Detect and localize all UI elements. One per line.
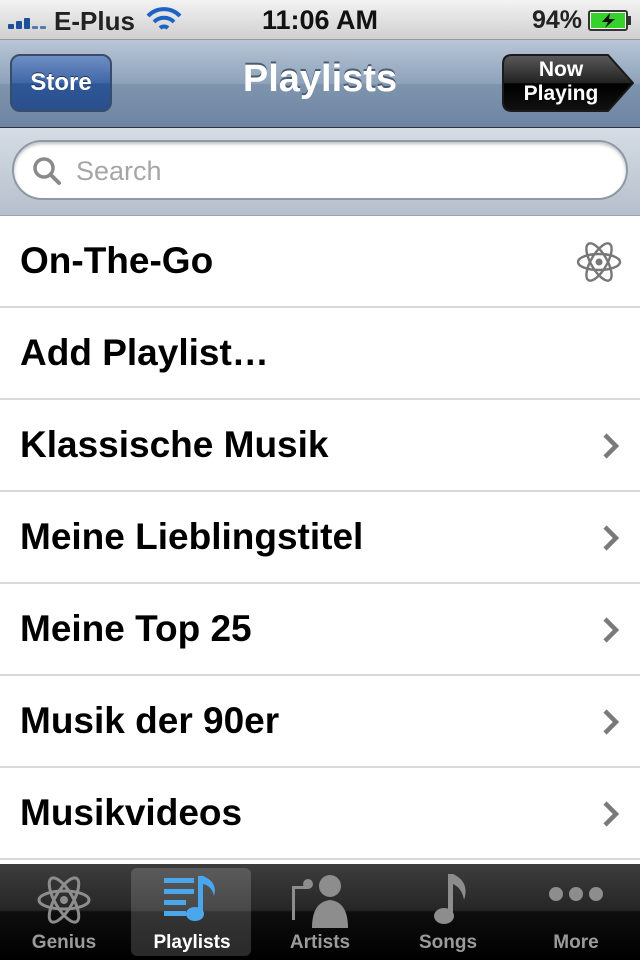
playlist-row-musikvideos[interactable]: Musikvideos (0, 768, 640, 860)
status-bar: E-Plus 11:06 AM 94% (0, 0, 640, 40)
playlist-label: Musik der 90er (20, 700, 280, 741)
search-field[interactable] (12, 140, 628, 200)
playlist-label: Meine Lieblingstitel (20, 516, 364, 557)
now-playing-label-line2: Playing (523, 82, 599, 105)
tab-more[interactable]: More (512, 864, 640, 960)
tab-songs[interactable]: Songs (384, 864, 512, 960)
artist-singer-icon (292, 875, 348, 928)
navigation-bar: Store Playlists Now Playing (0, 40, 640, 128)
tab-label: More (553, 932, 599, 953)
music-note-icon (434, 874, 466, 924)
playlist-row-on-the-go[interactable]: On-The-Go (0, 216, 640, 308)
chevron-right-icon (603, 617, 620, 643)
more-dots-icon (549, 887, 603, 901)
chevron-right-icon (603, 801, 620, 827)
battery-charging-icon (588, 10, 631, 31)
search-icon (33, 157, 61, 185)
genius-atom-icon (37, 876, 91, 924)
playlist-label: Klassische Musik (20, 424, 329, 465)
tab-bar: Genius Playlists Artists Songs More (0, 864, 640, 960)
search-input[interactable] (74, 148, 598, 194)
playlist-label: Meine Top 25 (20, 608, 252, 649)
chevron-right-icon (603, 525, 620, 551)
now-playing-button[interactable]: Now Playing (502, 54, 634, 112)
battery-percent: 94% (531, 6, 582, 34)
playlist-label: On-The-Go (20, 240, 214, 281)
chevron-right-icon (603, 433, 620, 459)
tab-playlists[interactable]: Playlists (128, 864, 256, 960)
search-bar (0, 128, 640, 216)
now-playing-label-line1: Now (538, 58, 584, 81)
tab-genius[interactable]: Genius (0, 864, 128, 960)
chevron-right-icon (603, 709, 620, 735)
playlist-label: Musikvideos (20, 792, 243, 833)
tab-label: Artists (289, 932, 351, 953)
tab-label: Songs (418, 932, 478, 953)
playlists-icon (164, 876, 215, 921)
tab-label: Playlists (153, 932, 231, 953)
playlist-row-musik-der-90er[interactable]: Musik der 90er (0, 676, 640, 768)
playlist-row-klassische-musik[interactable]: Klassische Musik (0, 400, 640, 492)
tab-label: Genius (31, 932, 97, 953)
genius-atom-icon[interactable] (576, 238, 622, 286)
playlist-list: On-The-Go Add Playlist… Klassische Musik… (0, 216, 640, 860)
tab-artists[interactable]: Artists (256, 864, 384, 960)
playlist-label: Add Playlist… (20, 332, 269, 373)
playlist-row-meine-lieblingstitel[interactable]: Meine Lieblingstitel (0, 492, 640, 584)
playlist-row-meine-top-25[interactable]: Meine Top 25 (0, 584, 640, 676)
add-playlist-row[interactable]: Add Playlist… (0, 308, 640, 400)
